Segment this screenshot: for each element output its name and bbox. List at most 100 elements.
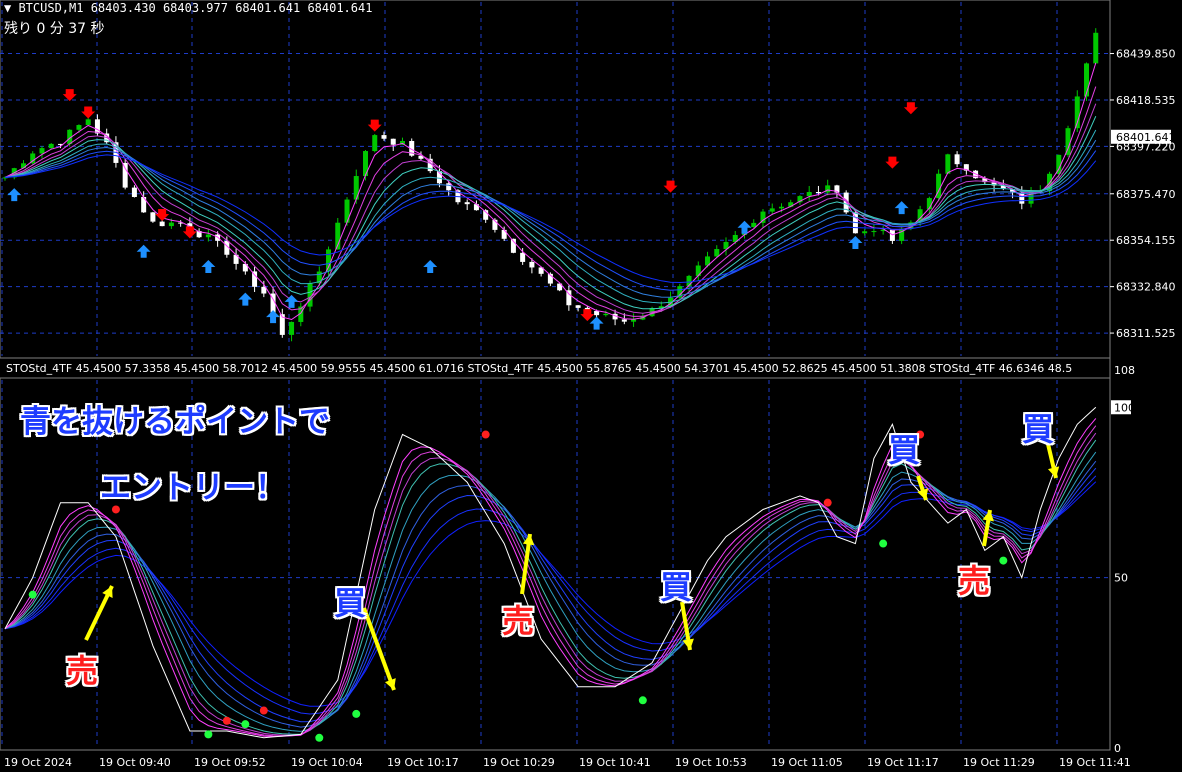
candle-body bbox=[889, 229, 895, 241]
candle-body bbox=[289, 321, 295, 335]
candle-body bbox=[529, 261, 535, 268]
candle-body bbox=[778, 206, 784, 209]
time-tick-label: 19 Oct 11:41 bbox=[1059, 756, 1131, 769]
candle-body bbox=[446, 183, 452, 191]
candle-body bbox=[381, 135, 387, 139]
indicator-ma-line bbox=[4, 475, 1097, 715]
candle-body bbox=[520, 252, 526, 262]
buy-dot bbox=[28, 590, 37, 599]
price-ma-line bbox=[4, 150, 1097, 291]
price-tick-label: 68332.840 bbox=[1116, 281, 1176, 294]
sell-arrow-icon bbox=[62, 89, 77, 102]
buy-arrow-icon bbox=[7, 188, 22, 202]
sell-dot bbox=[823, 498, 832, 507]
price-tick-label: 68311.525 bbox=[1116, 327, 1176, 340]
buy-arrow-icon bbox=[423, 259, 438, 273]
candle-body bbox=[769, 208, 775, 212]
buy-arrow-icon bbox=[136, 244, 151, 258]
candle-body bbox=[205, 234, 211, 238]
buy-arrow-icon bbox=[238, 292, 253, 306]
candle-body bbox=[501, 229, 507, 239]
sell-label: 売 bbox=[66, 652, 99, 690]
indicator-header: STOStd_4TF 45.4500 57.3358 45.4500 58.70… bbox=[6, 362, 1073, 375]
sell-arrow-icon bbox=[885, 156, 900, 169]
candle-body bbox=[76, 125, 82, 130]
time-tick-label: 19 Oct 11:17 bbox=[867, 756, 939, 769]
buy-dot bbox=[315, 733, 324, 742]
sell-arrow-icon bbox=[182, 226, 197, 239]
symbol-header: ▼ BTCUSD,M1 68403.430 68403.977 68401.64… bbox=[4, 1, 372, 15]
indicator-tick-label: 100 bbox=[1114, 401, 1135, 414]
buy-dot bbox=[638, 696, 647, 705]
candle-body bbox=[159, 221, 165, 227]
candle-body bbox=[372, 135, 378, 152]
buy-arrow-icon bbox=[894, 201, 909, 215]
sell-arrow-icon bbox=[367, 119, 382, 132]
candle-body bbox=[621, 319, 627, 322]
sell-dot bbox=[481, 430, 490, 439]
time-tick-label: 19 Oct 11:29 bbox=[963, 756, 1035, 769]
indicator-tick-label: 108 bbox=[1114, 364, 1135, 377]
candle-body bbox=[390, 138, 396, 145]
buy-label: 買 bbox=[334, 584, 367, 622]
candle-body bbox=[48, 143, 54, 149]
buy-dot bbox=[999, 556, 1008, 565]
price-tick-label: 68439.850 bbox=[1116, 48, 1176, 61]
candle-body bbox=[94, 119, 100, 134]
candle-body bbox=[168, 222, 174, 227]
candle-body bbox=[603, 313, 609, 316]
candle-body bbox=[85, 119, 91, 126]
candle-body bbox=[862, 231, 868, 234]
annotation-line2: エントリー！ bbox=[100, 470, 286, 506]
buy-label: 買 bbox=[1022, 410, 1055, 448]
time-tick-label: 19 Oct 09:52 bbox=[194, 756, 266, 769]
candle-body bbox=[252, 271, 258, 287]
candle-body bbox=[1019, 192, 1025, 204]
time-tick-label: 19 Oct 2024 bbox=[4, 756, 72, 769]
candle-body bbox=[631, 319, 637, 322]
chart-window: 68439.850 68418.535 68397.220 68375.470 6835… bbox=[0, 0, 1182, 772]
price-tick-label: 68418.535 bbox=[1116, 94, 1176, 107]
time-tick-label: 19 Oct 09:40 bbox=[99, 756, 171, 769]
candle-body bbox=[714, 249, 720, 257]
candle-body bbox=[344, 199, 350, 223]
indicator-tick-label: 0 bbox=[1114, 742, 1121, 755]
candle-body bbox=[39, 148, 45, 154]
buy-dot bbox=[879, 539, 888, 548]
buy-arrow-icon bbox=[266, 310, 281, 324]
buy-dot bbox=[204, 730, 213, 739]
buy-label: 買 bbox=[660, 568, 693, 606]
current-price-label: 68401.641 bbox=[1116, 131, 1176, 144]
buy-arrow-icon bbox=[848, 236, 863, 250]
candle-body bbox=[751, 222, 757, 228]
sell-arrow-icon bbox=[903, 102, 918, 115]
candle-body bbox=[150, 212, 156, 222]
candle-body bbox=[945, 154, 951, 174]
candle-body bbox=[1065, 128, 1071, 155]
buy-dot bbox=[352, 709, 361, 718]
sell-label: 売 bbox=[502, 602, 535, 640]
candle-body bbox=[326, 249, 332, 272]
candle-body bbox=[575, 305, 581, 308]
sell-dot bbox=[222, 716, 231, 725]
candle-body bbox=[954, 154, 960, 165]
symbol-quote: BTCUSD,M1 68403.430 68403.977 68401.641 … bbox=[18, 1, 373, 15]
chart-canvas: 68439.85068418.53568397.22068375.4706835… bbox=[0, 0, 1176, 769]
candle-body bbox=[815, 192, 821, 194]
buy-arrow-icon bbox=[589, 316, 604, 330]
time-tick-label: 19 Oct 10:17 bbox=[387, 756, 459, 769]
candle-body bbox=[122, 162, 128, 188]
time-tick-label: 19 Oct 10:41 bbox=[579, 756, 651, 769]
indicator-tick-label: 50 bbox=[1114, 572, 1128, 585]
collapse-icon[interactable]: ▼ bbox=[4, 1, 18, 15]
time-tick-label: 19 Oct 10:04 bbox=[291, 756, 363, 769]
buy-label: 買 bbox=[888, 431, 921, 469]
candle-body bbox=[594, 311, 600, 316]
candle-body bbox=[464, 202, 470, 205]
candles bbox=[2, 28, 1099, 342]
price-ma-line bbox=[4, 154, 1097, 284]
sell-arrow-icon bbox=[663, 180, 678, 193]
buy-arrow-icon bbox=[201, 259, 216, 273]
candle-body bbox=[871, 231, 877, 233]
candle-body bbox=[1093, 32, 1099, 64]
